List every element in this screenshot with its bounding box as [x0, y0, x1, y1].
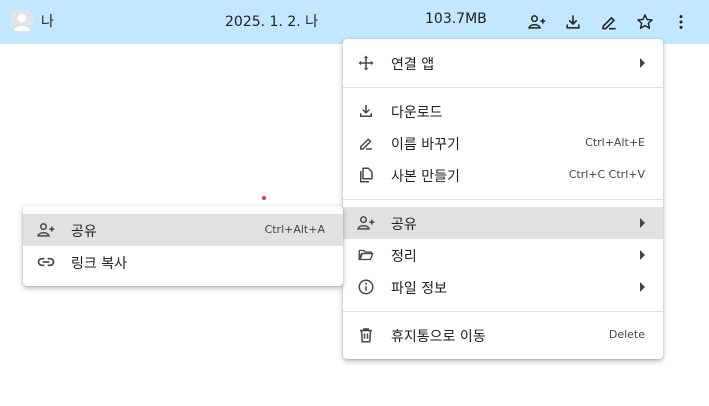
- copy-icon: [356, 165, 376, 185]
- menu-item-rename[interactable]: 이름 바꾸기 Ctrl+Alt+E: [343, 127, 663, 159]
- rename-button[interactable]: [595, 8, 623, 36]
- file-size: 103.7MB: [425, 11, 487, 27]
- menu-divider: [343, 311, 663, 312]
- menu-item-download[interactable]: 다운로드: [343, 95, 663, 127]
- menu-item-label: 링크 복사: [71, 256, 127, 272]
- owner-name: 나: [41, 14, 54, 30]
- menu-item-file-info[interactable]: 파일 정보: [343, 271, 663, 303]
- submenu-arrow-icon: [640, 58, 645, 68]
- cursor-dot: [262, 196, 266, 200]
- person-add-icon: [36, 220, 56, 240]
- move-arrows-icon: [356, 53, 376, 73]
- submenu-arrow-icon: [640, 250, 645, 260]
- share-button[interactable]: [523, 8, 551, 36]
- submenu-item-copy-link[interactable]: 링크 복사: [23, 246, 343, 278]
- download-button[interactable]: [559, 8, 587, 36]
- person-add-icon: [356, 213, 376, 233]
- rename-icon: [602, 16, 616, 30]
- link-icon: [36, 252, 56, 272]
- menu-divider: [343, 199, 663, 200]
- submenu-arrow-icon: [640, 282, 645, 292]
- context-menu: 연결 앱 다운로드 이름 바꾸기 Ctrl+Alt+E 사본 만들기 Ctrl+…: [343, 39, 663, 359]
- person-add-icon: [528, 15, 546, 29]
- shortcut-text: Ctrl+Alt+A: [264, 223, 325, 236]
- menu-item-label: 사본 만들기: [391, 169, 460, 185]
- star-button[interactable]: [631, 8, 659, 36]
- rename-icon: [356, 133, 376, 153]
- menu-item-label: 휴지통으로 이동: [391, 329, 486, 345]
- download-icon: [566, 15, 580, 29]
- menu-item-label: 연결 앱: [391, 57, 435, 73]
- info-icon: [356, 277, 376, 297]
- menu-item-share[interactable]: 공유: [343, 207, 663, 239]
- submenu-arrow-icon: [640, 218, 645, 228]
- menu-item-organize[interactable]: 정리: [343, 239, 663, 271]
- folder-open-icon: [356, 245, 376, 265]
- more-actions-button[interactable]: [667, 8, 695, 36]
- star-icon: [637, 14, 653, 29]
- menu-item-label: 공유: [71, 224, 97, 240]
- submenu-item-share[interactable]: 공유 Ctrl+Alt+A: [23, 214, 343, 246]
- shortcut-text: Ctrl+Alt+E: [585, 136, 645, 149]
- menu-item-label: 파일 정보: [391, 281, 447, 297]
- menu-item-open-with[interactable]: 연결 앱: [343, 47, 663, 79]
- shortcut-text: Ctrl+C Ctrl+V: [568, 168, 645, 181]
- menu-item-label: 공유: [391, 217, 417, 233]
- menu-item-label: 정리: [391, 249, 417, 265]
- menu-divider: [343, 87, 663, 88]
- menu-item-label: 다운로드: [391, 105, 443, 121]
- menu-item-label: 이름 바꾸기: [391, 137, 460, 153]
- shortcut-text: Delete: [608, 328, 645, 341]
- last-modified: 2025. 1. 2. 나: [225, 14, 319, 30]
- download-icon: [356, 101, 376, 121]
- selected-file-row[interactable]: 나 2025. 1. 2. 나 103.7MB: [0, 0, 709, 44]
- owner-avatar: [10, 9, 34, 33]
- share-submenu: 공유 Ctrl+Alt+A 링크 복사: [23, 206, 343, 286]
- person-icon: [13, 13, 31, 31]
- more-vert-icon: [679, 15, 683, 29]
- trash-icon: [356, 325, 376, 345]
- menu-item-make-copy[interactable]: 사본 만들기 Ctrl+C Ctrl+V: [343, 159, 663, 191]
- menu-item-move-to-trash[interactable]: 휴지통으로 이동 Delete: [343, 319, 663, 351]
